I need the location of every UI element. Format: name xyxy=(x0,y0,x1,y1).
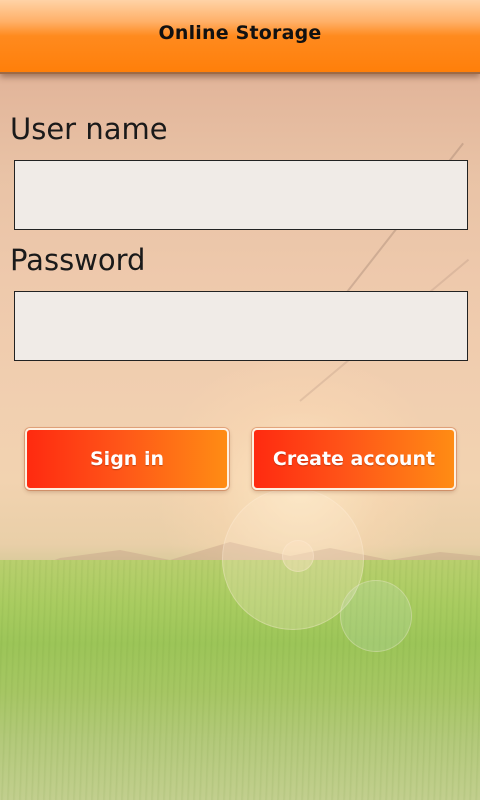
username-label: User name xyxy=(10,112,168,146)
username-input[interactable] xyxy=(14,160,468,230)
password-label: Password xyxy=(10,243,146,277)
header-bar: Online Storage xyxy=(0,0,480,74)
sign-in-button[interactable]: Sign in xyxy=(25,428,229,490)
login-screen: Online Storage User name Password Sign i… xyxy=(0,0,480,800)
lens-flare xyxy=(282,540,314,572)
lens-flare xyxy=(340,580,412,652)
password-input[interactable] xyxy=(14,291,468,361)
page-title: Online Storage xyxy=(158,22,322,44)
create-account-button[interactable]: Create account xyxy=(252,428,456,490)
